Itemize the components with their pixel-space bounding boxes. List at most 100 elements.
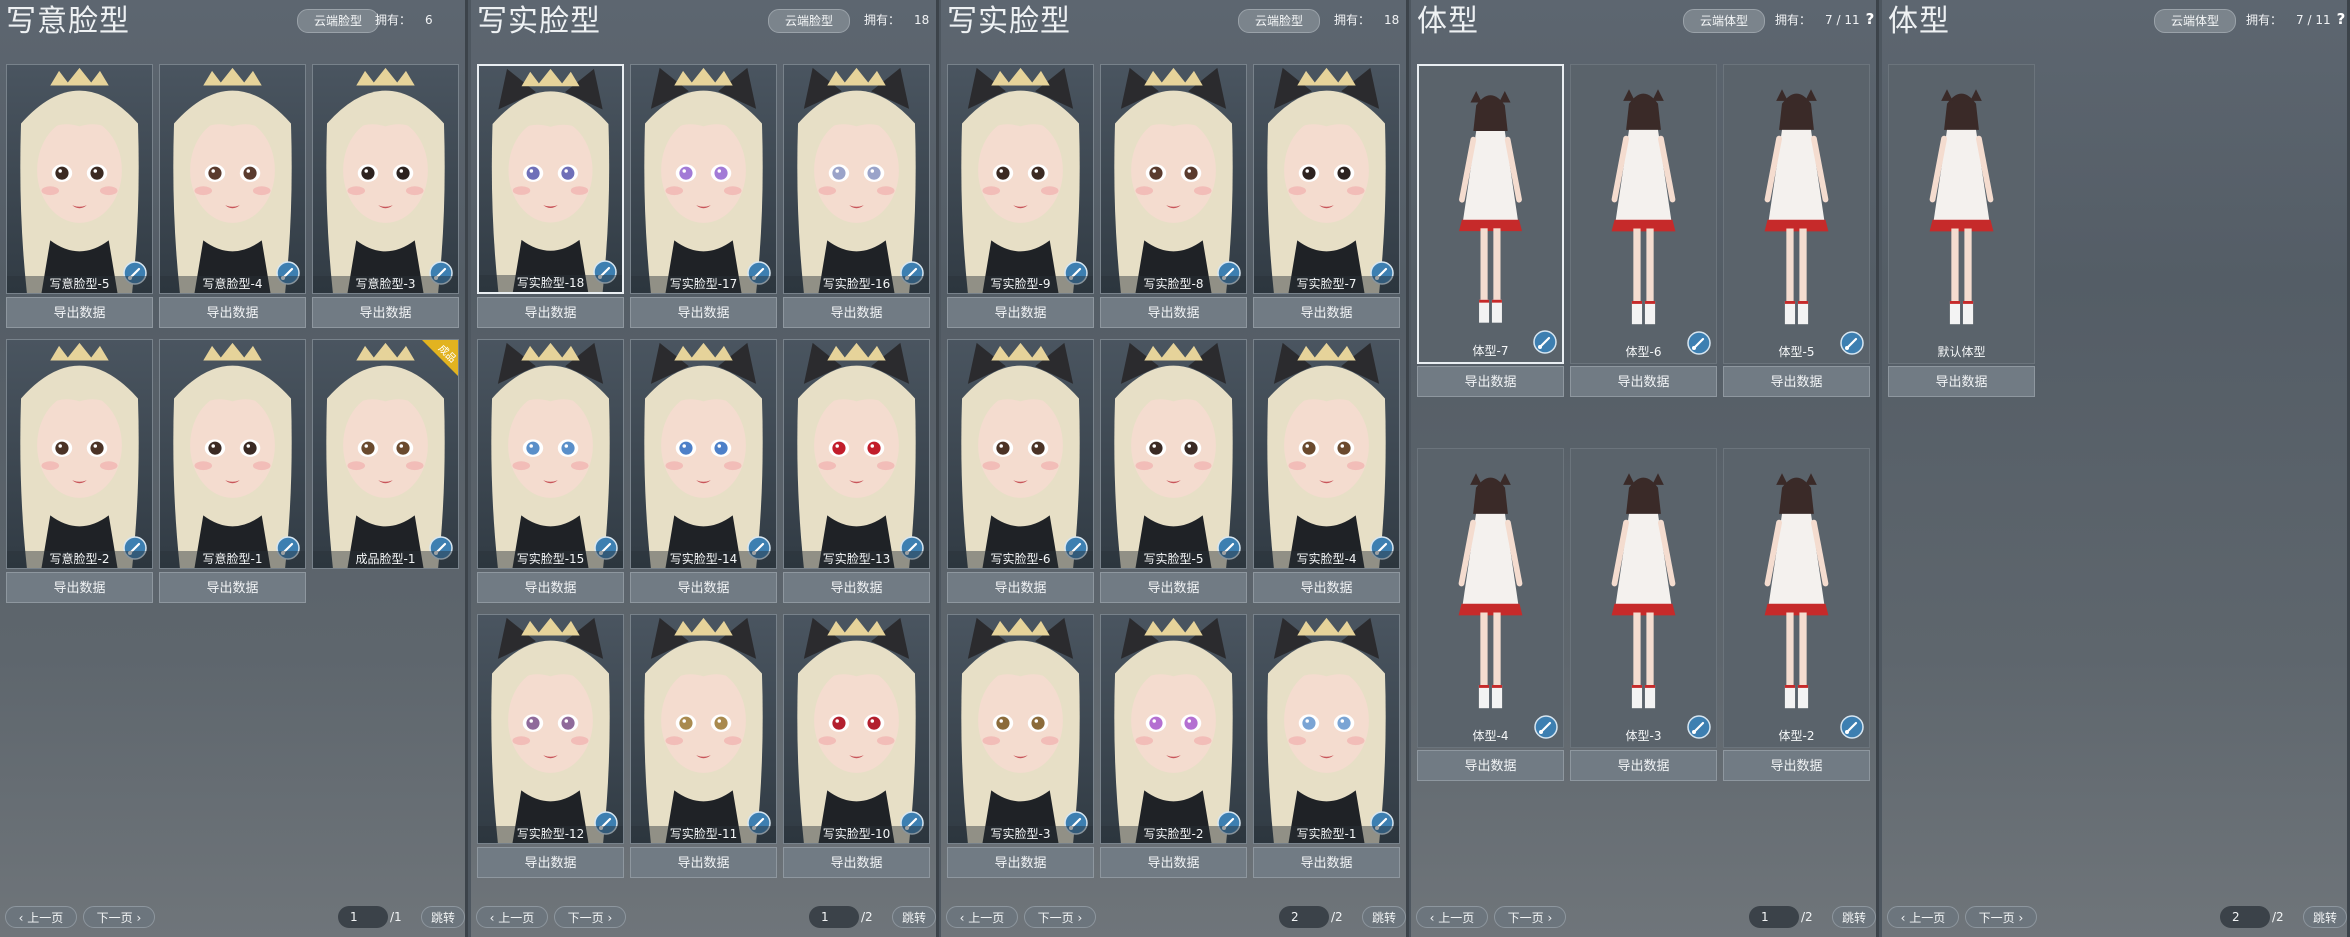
- help-icon[interactable]: ?: [2332, 10, 2347, 28]
- page-number-input[interactable]: 1: [809, 906, 859, 928]
- export-data-button[interactable]: 导出数据: [1723, 750, 1870, 781]
- export-data-button[interactable]: 导出数据: [1100, 572, 1247, 603]
- preset-card[interactable]: 写实脸型-1: [1253, 614, 1400, 844]
- panel-1: 写意脸型 云端脸型 拥有： 6 写意脸型-5 导出数据 写意脸型-4 导出数据 写意脸型-3 导出…: [0, 0, 468, 937]
- preset-card[interactable]: 写实脸型-10: [783, 614, 930, 844]
- export-data-button[interactable]: 导出数据: [1253, 572, 1400, 603]
- preset-card[interactable]: 写实脸型-18: [477, 64, 624, 294]
- page-number-input[interactable]: 2: [2220, 906, 2270, 928]
- preset-card[interactable]: 写意脸型-3: [312, 64, 459, 294]
- cloud-preset-button[interactable]: 云端脸型: [768, 9, 850, 33]
- preset-label: 体型-4: [1472, 729, 1509, 743]
- page-number-input[interactable]: 1: [338, 906, 388, 928]
- chevron-right-icon: ›: [603, 911, 613, 925]
- preset-card[interactable]: 写意脸型-2: [6, 339, 153, 569]
- next-page-button[interactable]: 下一页 ›: [83, 906, 155, 928]
- export-data-button[interactable]: 导出数据: [1253, 297, 1400, 328]
- page-number-input[interactable]: 2: [1279, 906, 1329, 928]
- jump-page-button[interactable]: 跳转: [1832, 906, 1876, 928]
- preset-card[interactable]: 写实脸型-17: [630, 64, 777, 294]
- export-data-button[interactable]: 导出数据: [947, 847, 1094, 878]
- next-page-button[interactable]: 下一页 ›: [1024, 906, 1096, 928]
- face-preview: [7, 340, 152, 568]
- export-data-button[interactable]: 导出数据: [630, 572, 777, 603]
- export-data-button[interactable]: 导出数据: [783, 847, 930, 878]
- preset-card[interactable]: 写实脸型-5: [1100, 339, 1247, 569]
- page-number-input[interactable]: 1: [1749, 906, 1799, 928]
- preset-card[interactable]: 体型-7: [1417, 64, 1564, 364]
- preset-card[interactable]: 写实脸型-2: [1100, 614, 1247, 844]
- preset-card[interactable]: 写实脸型-6: [947, 339, 1094, 569]
- jump-page-button[interactable]: 跳转: [892, 906, 936, 928]
- preset-card[interactable]: 写意脸型-5: [6, 64, 153, 294]
- preset-card[interactable]: 默认体型: [1888, 64, 2035, 364]
- jump-page-button[interactable]: 跳转: [1362, 906, 1406, 928]
- preset-card[interactable]: 写实脸型-12: [477, 614, 624, 844]
- preset-card[interactable]: 写实脸型-9: [947, 64, 1094, 294]
- preset-card[interactable]: 体型-2: [1723, 448, 1870, 748]
- export-data-button[interactable]: 导出数据: [1888, 366, 2035, 397]
- preset-card[interactable]: 写意脸型-1: [159, 339, 306, 569]
- export-data-button[interactable]: 导出数据: [477, 572, 624, 603]
- cloud-preset-button[interactable]: 云端脸型: [1238, 9, 1320, 33]
- preset-card[interactable]: 写实脸型-14: [630, 339, 777, 569]
- export-data-button[interactable]: 导出数据: [1570, 750, 1717, 781]
- prev-page-button[interactable]: ‹ 上一页: [476, 906, 548, 928]
- next-page-button[interactable]: 下一页 ›: [1494, 906, 1566, 928]
- preset-card[interactable]: 写实脸型-7: [1253, 64, 1400, 294]
- next-page-button[interactable]: 下一页 ›: [1965, 906, 2037, 928]
- export-data-button[interactable]: 导出数据: [1570, 366, 1717, 397]
- preset-card[interactable]: 写实脸型-15: [477, 339, 624, 569]
- export-data-button[interactable]: 导出数据: [1723, 366, 1870, 397]
- preset-card[interactable]: 成品 成品脸型-1: [312, 339, 459, 569]
- face-preview: [478, 615, 623, 843]
- cloud-preset-button[interactable]: 云端体型: [2154, 9, 2236, 33]
- cloud-preset-button[interactable]: 云端体型: [1683, 9, 1765, 33]
- chevron-left-icon: ‹: [18, 911, 28, 925]
- export-data-button[interactable]: 导出数据: [630, 297, 777, 328]
- cloud-preset-button[interactable]: 云端脸型: [297, 9, 379, 33]
- export-data-button[interactable]: 导出数据: [783, 297, 930, 328]
- jump-page-button[interactable]: 跳转: [421, 906, 465, 928]
- preset-card[interactable]: 写实脸型-16: [783, 64, 930, 294]
- export-data-button[interactable]: 导出数据: [1253, 847, 1400, 878]
- export-data-button[interactable]: 导出数据: [477, 297, 624, 328]
- preset-card[interactable]: 写意脸型-4: [159, 64, 306, 294]
- help-icon[interactable]: ?: [1861, 10, 1876, 28]
- preset-card[interactable]: 写实脸型-11: [630, 614, 777, 844]
- face-preview: [1101, 340, 1246, 568]
- preset-card[interactable]: 体型-5: [1723, 64, 1870, 364]
- prev-page-button[interactable]: ‹ 上一页: [5, 906, 77, 928]
- export-data-button[interactable]: 导出数据: [6, 297, 153, 328]
- prev-page-button[interactable]: ‹ 上一页: [1416, 906, 1488, 928]
- preset-card[interactable]: 写实脸型-4: [1253, 339, 1400, 569]
- prev-page-button[interactable]: ‹ 上一页: [946, 906, 1018, 928]
- panel-title: 写实脸型: [477, 4, 601, 39]
- next-page-button[interactable]: 下一页 ›: [554, 906, 626, 928]
- preset-label: 写实脸型-9: [948, 276, 1093, 293]
- prev-page-button[interactable]: ‹ 上一页: [1887, 906, 1959, 928]
- preset-card[interactable]: 写实脸型-13: [783, 339, 930, 569]
- export-data-button[interactable]: 导出数据: [477, 847, 624, 878]
- export-data-button[interactable]: 导出数据: [1417, 750, 1564, 781]
- preset-card[interactable]: 体型-6: [1570, 64, 1717, 364]
- preset-card[interactable]: 写实脸型-3: [947, 614, 1094, 844]
- preset-card[interactable]: 体型-4: [1417, 448, 1564, 748]
- export-data-button[interactable]: 导出数据: [312, 297, 459, 328]
- preset-card[interactable]: 体型-3: [1570, 448, 1717, 748]
- export-data-button[interactable]: 导出数据: [159, 297, 306, 328]
- owned-value: 7 / 11: [2296, 13, 2331, 27]
- face-preview: [948, 65, 1093, 293]
- export-data-button[interactable]: 导出数据: [630, 847, 777, 878]
- export-data-button[interactable]: 导出数据: [1100, 297, 1247, 328]
- finished-ribbon: 成品: [422, 340, 458, 376]
- jump-page-button[interactable]: 跳转: [2303, 906, 2347, 928]
- export-data-button[interactable]: 导出数据: [159, 572, 306, 603]
- export-data-button[interactable]: 导出数据: [6, 572, 153, 603]
- preset-card[interactable]: 写实脸型-8: [1100, 64, 1247, 294]
- export-data-button[interactable]: 导出数据: [947, 572, 1094, 603]
- export-data-button[interactable]: 导出数据: [1417, 366, 1564, 397]
- export-data-button[interactable]: 导出数据: [783, 572, 930, 603]
- export-data-button[interactable]: 导出数据: [947, 297, 1094, 328]
- export-data-button[interactable]: 导出数据: [1100, 847, 1247, 878]
